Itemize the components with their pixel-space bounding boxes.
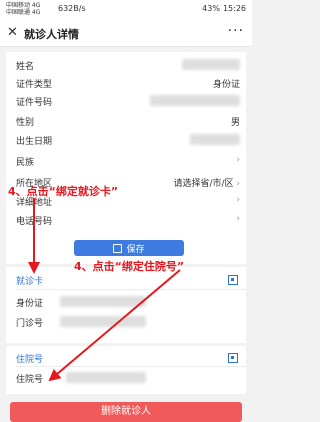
annotation-bind-hospital-number: 4、点击“绑定住院号” xyxy=(74,260,185,273)
visit-card-id-label: 身份证 xyxy=(16,299,44,309)
clinic-number-label: 门诊号 xyxy=(16,319,44,329)
id-number-label: 证件号码 xyxy=(16,98,53,108)
visit-card-section: 就诊卡 身份证 门诊号 xyxy=(6,267,246,343)
status-bar: 中国移动 4G 中国联通 4G 632B/s 43% 15:26 xyxy=(0,0,252,20)
patient-form-card: 姓名 证件类型 身份证 证件号码 性别 男 出生日期 民族 › 所在地区 请选择… xyxy=(6,52,246,264)
visit-card-id-redacted xyxy=(60,296,146,307)
phone-row[interactable]: 电话号码 › xyxy=(16,211,240,229)
save-button-label: 保存 xyxy=(126,244,145,255)
carrier-1: 中国移动 4G xyxy=(6,2,41,9)
visit-card-title: 就诊卡 xyxy=(16,277,44,287)
ethnicity-row[interactable]: 民族 › xyxy=(16,152,240,170)
hospital-number-label: 住院号 xyxy=(16,375,44,385)
divider xyxy=(16,366,246,367)
gender-row[interactable]: 性别 男 xyxy=(16,112,240,130)
visit-card-id-row: 身份证 xyxy=(16,293,146,311)
chevron-right-icon: › xyxy=(236,195,240,205)
save-button[interactable]: 保存 xyxy=(74,240,184,256)
phone-label: 电话号码 xyxy=(16,217,53,227)
hospital-number-row: 住院号 xyxy=(16,369,146,387)
hospital-number-title: 住院号 xyxy=(16,355,44,365)
qr-code-icon[interactable] xyxy=(228,353,238,363)
name-value-redacted xyxy=(182,59,240,70)
id-type-value: 身份证 xyxy=(212,80,240,90)
name-label: 姓名 xyxy=(16,62,35,72)
hospital-number-redacted xyxy=(66,372,146,383)
id-type-label: 证件类型 xyxy=(16,80,53,90)
ethnicity-label: 民族 xyxy=(16,158,35,168)
birth-date-label: 出生日期 xyxy=(16,137,53,147)
save-icon xyxy=(113,243,123,253)
status-right: 43% 15:26 xyxy=(202,4,246,13)
page-title: 就诊人详情 xyxy=(24,28,79,41)
id-number-row[interactable]: 证件号码 xyxy=(16,92,240,110)
chevron-right-icon: › xyxy=(236,179,240,189)
region-placeholder: 请选择省/市/区 xyxy=(173,179,234,189)
hospital-number-section: 住院号 住院号 xyxy=(6,346,246,394)
clock: 15:26 xyxy=(222,4,246,13)
clinic-number-redacted xyxy=(60,316,146,327)
gender-label: 性别 xyxy=(16,118,35,128)
chevron-right-icon: › xyxy=(236,214,240,224)
divider xyxy=(16,289,246,290)
delete-patient-button[interactable]: 删除就诊人 xyxy=(10,402,242,422)
id-number-value-redacted xyxy=(150,95,240,106)
page-header: ✕ 就诊人详情 ··· xyxy=(0,20,252,47)
birth-date-value-redacted xyxy=(190,134,240,145)
carrier-info: 中国移动 4G 中国联通 4G xyxy=(6,2,40,16)
name-row[interactable]: 姓名 xyxy=(16,56,240,74)
carrier-2: 中国联通 4G xyxy=(6,9,41,16)
id-type-row[interactable]: 证件类型 身份证 xyxy=(16,74,240,92)
more-options-icon[interactable]: ··· xyxy=(228,23,244,39)
chevron-right-icon: › xyxy=(236,155,240,165)
network-speed: 632B/s xyxy=(58,4,86,13)
birth-date-row[interactable]: 出生日期 xyxy=(16,131,240,149)
gender-value: 男 xyxy=(230,118,240,128)
region-value: 请选择省/市/区 › xyxy=(173,176,240,189)
close-icon[interactable]: ✕ xyxy=(7,25,18,40)
clinic-number-row: 门诊号 xyxy=(16,313,146,331)
annotation-bind-visit-card: 4、点击“绑定就诊卡” xyxy=(8,185,119,198)
battery-level: 43% xyxy=(202,4,220,13)
qr-code-icon[interactable] xyxy=(228,275,238,285)
